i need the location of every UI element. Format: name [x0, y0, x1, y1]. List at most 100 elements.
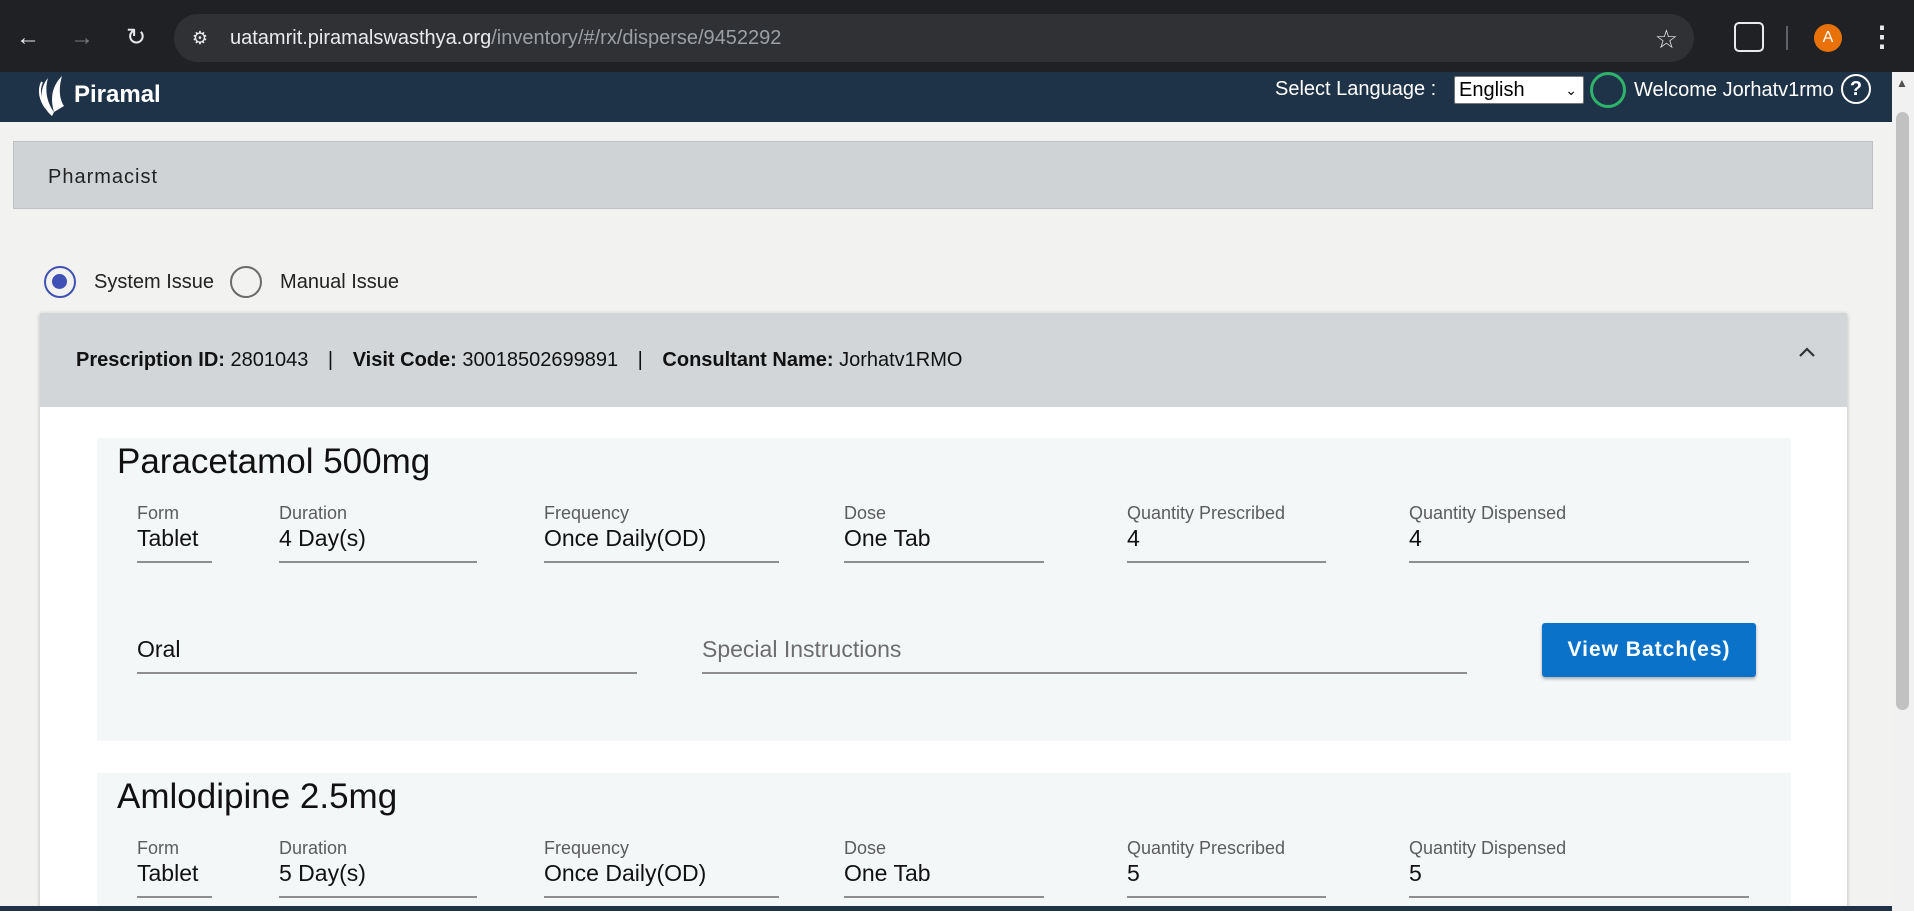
scroll-up-arrow-icon[interactable]: ▲ [1896, 76, 1908, 90]
frequency-value: Once Daily(OD) [544, 860, 707, 886]
dose-field: Dose One Tab [844, 838, 1044, 900]
quantity-prescribed-value: 5 [1127, 860, 1140, 886]
dose-value: One Tab [844, 860, 931, 886]
field-underline [1127, 561, 1326, 563]
quantity-prescribed-field: Quantity Prescribed 5 [1127, 838, 1326, 900]
reload-icon[interactable]: ↻ [120, 22, 152, 54]
prescription-id-label: Prescription ID: [76, 349, 225, 371]
medicine-item: Paracetamol 500mg Form Tablet Duration 4… [97, 438, 1791, 741]
field-underline [279, 561, 477, 563]
dose-value: One Tab [844, 525, 931, 551]
field-underline [1409, 561, 1749, 563]
visit-code-label: Visit Code: [352, 349, 457, 371]
frequency-field: Frequency Once Daily(OD) [544, 838, 779, 900]
extensions-icon[interactable] [1734, 22, 1764, 52]
site-settings-icon[interactable]: ⚙ [188, 26, 212, 50]
url-text[interactable]: uatamrit.piramalswasthya.org/inventory/#… [230, 27, 781, 50]
quantity-prescribed-label: Quantity Prescribed [1127, 838, 1286, 858]
medicine-item: Amlodipine 2.5mg Form Tablet Duration 5 … [97, 773, 1791, 911]
user-circle-icon[interactable] [1590, 72, 1626, 108]
window-bottom-edge [0, 906, 1892, 911]
form-field: Form Tablet [137, 503, 212, 565]
forward-arrow-icon[interactable]: → [66, 22, 98, 54]
language-select[interactable]: English ⌄ [1454, 76, 1584, 104]
browser-toolbar: ← → ↻ ⚙ uatamrit.piramalswasthya.org/inv… [0, 0, 1914, 72]
frequency-value: Once Daily(OD) [544, 525, 707, 551]
quantity-prescribed-value: 4 [1127, 525, 1140, 551]
form-field: Form Tablet [137, 838, 212, 900]
field-underline [1409, 896, 1749, 898]
separator: | [327, 349, 334, 371]
menu-kebab-icon[interactable]: ⋮ [1868, 20, 1896, 54]
page-scrollbar[interactable]: ▲ [1892, 72, 1914, 911]
form-label: Form [137, 503, 179, 523]
manual-issue-radio[interactable] [230, 266, 263, 298]
dose-label: Dose [844, 838, 887, 858]
field-underline [137, 561, 212, 563]
prescription-header[interactable]: Prescription ID: 2801043 | Visit Code: 3… [40, 313, 1847, 407]
manual-issue-label[interactable]: Manual Issue [280, 271, 399, 294]
profile-avatar[interactable]: A [1814, 24, 1842, 52]
quantity-prescribed-label: Quantity Prescribed [1127, 503, 1286, 523]
field-underline [137, 672, 637, 674]
quantity-prescribed-field: Quantity Prescribed 4 [1127, 503, 1326, 565]
frequency-label: Frequency [544, 838, 630, 858]
separator: | [637, 349, 643, 371]
field-underline [702, 672, 1467, 674]
quantity-dispensed-label: Quantity Dispensed [1409, 503, 1567, 523]
prescription-info: Prescription ID: 2801043 | Visit Code: 3… [76, 349, 962, 372]
frequency-label: Frequency [544, 503, 630, 523]
system-issue-radio[interactable] [44, 266, 76, 298]
help-icon[interactable]: ? [1841, 74, 1871, 104]
language-label: Select Language : [1275, 78, 1437, 100]
field-underline [544, 896, 779, 898]
system-issue-label[interactable]: System Issue [94, 271, 214, 294]
address-bar[interactable]: ⚙ uatamrit.piramalswasthya.org/inventory… [174, 14, 1694, 62]
scrollbar-thumb[interactable] [1896, 112, 1909, 710]
form-value: Tablet [137, 860, 199, 886]
logo-text: Piramal [74, 81, 161, 108]
medicine-name: Paracetamol 500mg [117, 442, 431, 481]
language-selected-value: English [1459, 79, 1525, 101]
field-underline [1127, 896, 1326, 898]
field-underline [544, 561, 779, 563]
chevron-down-icon: ⌄ [1565, 82, 1577, 98]
prescription-id-value: 2801043 [230, 349, 309, 371]
prescription-card: Prescription ID: 2801043 | Visit Code: 3… [40, 313, 1847, 911]
duration-value: 4 Day(s) [279, 525, 366, 551]
route-value: Oral [137, 636, 181, 662]
welcome-text: Welcome Jorhatv1rmo [1634, 79, 1834, 101]
toolbar-divider [1786, 26, 1788, 50]
field-underline [844, 896, 1044, 898]
visit-code-value: 30018502699891 [462, 349, 619, 371]
piramal-leaf-icon [38, 76, 64, 116]
form-value: Tablet [137, 525, 199, 551]
quantity-dispensed-label: Quantity Dispensed [1409, 838, 1567, 858]
duration-label: Duration [279, 838, 348, 858]
quantity-dispensed-field[interactable]: Quantity Dispensed 5 [1409, 838, 1749, 900]
role-title: Pharmacist [48, 166, 159, 188]
dose-field: Dose One Tab [844, 503, 1044, 565]
quantity-dispensed-input[interactable]: 5 [1409, 860, 1422, 887]
back-arrow-icon[interactable]: ← [12, 22, 44, 54]
special-instructions-field[interactable]: Special Instructions [702, 636, 1467, 676]
consultant-label: Consultant Name: [662, 349, 834, 371]
duration-field: Duration 5 Day(s) [279, 838, 477, 900]
duration-label: Duration [279, 503, 348, 523]
piramal-logo: Piramal [34, 72, 161, 118]
view-batches-button[interactable]: View Batch(es) [1542, 623, 1756, 677]
form-label: Form [137, 838, 179, 858]
dose-label: Dose [844, 503, 887, 523]
field-underline [137, 896, 212, 898]
consultant-value: Jorhatv1RMO [839, 349, 963, 371]
duration-field: Duration 4 Day(s) [279, 503, 477, 565]
quantity-dispensed-field[interactable]: Quantity Dispensed 4 [1409, 503, 1749, 565]
quantity-dispensed-input[interactable]: 4 [1409, 525, 1422, 552]
field-underline [844, 561, 1044, 563]
route-field: Oral [137, 636, 637, 676]
chevron-up-icon[interactable] [1797, 343, 1817, 363]
field-underline [279, 896, 477, 898]
bookmark-star-icon[interactable]: ☆ [1655, 24, 1678, 55]
special-instructions-placeholder[interactable]: Special Instructions [702, 636, 901, 663]
duration-value: 5 Day(s) [279, 860, 366, 886]
